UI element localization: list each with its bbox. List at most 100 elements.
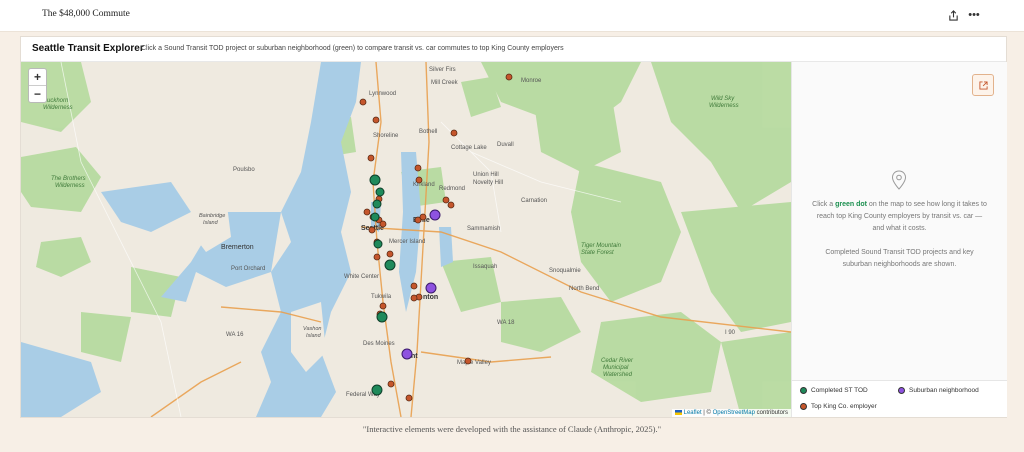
suburban-marker[interactable] — [401, 348, 413, 360]
svg-text:White Center: White Center — [344, 274, 379, 280]
svg-text:Union Hill: Union Hill — [473, 172, 499, 178]
svg-text:Poulsbo: Poulsbo — [233, 167, 255, 173]
svg-text:The Brothers: The Brothers — [51, 176, 86, 182]
employer-marker[interactable] — [373, 253, 381, 261]
svg-text:Des Moines: Des Moines — [363, 341, 395, 347]
svg-text:Bothell: Bothell — [419, 129, 437, 135]
svg-text:Vashon: Vashon — [303, 326, 321, 332]
map-canvas[interactable]: Buckhorn Wilderness The Brothers Wildern… — [21, 62, 791, 417]
more-options-icon[interactable]: ••• — [965, 7, 983, 23]
employer-marker[interactable] — [442, 196, 450, 204]
svg-text:WA 18: WA 18 — [497, 320, 515, 326]
svg-text:State Forest: State Forest — [581, 250, 614, 256]
svg-text:Kirkland: Kirkland — [413, 182, 435, 188]
svg-text:North Bend: North Bend — [569, 286, 599, 292]
employer-marker[interactable] — [367, 154, 375, 162]
svg-text:Mercer Island: Mercer Island — [389, 239, 425, 245]
employer-marker[interactable] — [415, 176, 423, 184]
employer-marker[interactable] — [379, 220, 387, 228]
employer-marker[interactable] — [372, 116, 380, 124]
zoom-out-button[interactable]: − — [29, 85, 46, 102]
svg-text:Issaquah: Issaquah — [473, 264, 497, 270]
map-pin-icon — [891, 170, 907, 190]
coverage-note: Completed Sound Transit TOD projects and… — [825, 249, 974, 268]
employer-marker[interactable] — [505, 73, 513, 81]
tod-marker[interactable] — [376, 311, 388, 323]
green-dot-highlight: green dot — [835, 201, 867, 208]
svg-text:Bainbridge: Bainbridge — [199, 213, 225, 219]
svg-text:I 90: I 90 — [725, 330, 736, 336]
employer-marker[interactable] — [379, 302, 387, 310]
tod-marker[interactable] — [375, 187, 385, 197]
svg-text:Redmond: Redmond — [439, 186, 465, 192]
ukraine-flag-icon — [674, 409, 682, 415]
svg-text:Bremerton: Bremerton — [221, 244, 254, 251]
svg-text:Novelty Hill: Novelty Hill — [473, 180, 503, 186]
svg-text:Wild Sky: Wild Sky — [711, 96, 735, 102]
open-external-icon[interactable] — [972, 74, 994, 96]
page-caption: "Interactive elements were developed wit… — [362, 424, 662, 434]
employer-marker[interactable] — [363, 208, 371, 216]
tod-marker[interactable] — [370, 212, 380, 222]
transit-explorer-panel: Seattle Transit Explorer Click a Sound T… — [20, 36, 1007, 418]
svg-text:Monroe: Monroe — [521, 78, 542, 84]
tod-marker[interactable] — [384, 259, 396, 271]
attribution-tail: contributors — [754, 410, 788, 416]
svg-text:Watershed: Watershed — [603, 372, 633, 378]
zoom-control: + − — [28, 68, 47, 103]
attribution-separator: | © — [701, 410, 713, 416]
svg-text:nton: nton — [423, 294, 438, 301]
employer-marker[interactable] — [410, 282, 418, 290]
svg-text:Island: Island — [203, 220, 219, 226]
employer-marker[interactable] — [450, 129, 458, 137]
tod-marker[interactable] — [369, 174, 381, 186]
svg-text:Municipal: Municipal — [603, 365, 629, 371]
share-icon[interactable] — [945, 7, 961, 23]
svg-text:Cedar River: Cedar River — [601, 358, 634, 364]
svg-text:Wilderness: Wilderness — [55, 183, 85, 189]
svg-text:Maple Valley: Maple Valley — [457, 360, 491, 366]
employer-marker[interactable] — [410, 294, 418, 302]
map[interactable]: Buckhorn Wilderness The Brothers Wildern… — [21, 62, 791, 417]
osm-link[interactable]: OpenStreetMap — [713, 410, 755, 416]
legend-dot-tod — [800, 387, 807, 394]
employer-marker[interactable] — [387, 380, 395, 388]
legend-item-suburban: Suburban neighborhood — [898, 387, 979, 394]
svg-text:Shoreline: Shoreline — [373, 133, 399, 139]
employer-marker[interactable] — [368, 226, 376, 234]
info-sidebar: Click a green dot on the map to see how … — [791, 62, 1007, 417]
employer-marker[interactable] — [447, 201, 455, 209]
top-bar: The $48,000 Commute ••• — [0, 0, 1024, 32]
employer-marker[interactable] — [464, 357, 472, 365]
svg-text:Lynnwood: Lynnwood — [369, 91, 396, 97]
suburban-marker[interactable] — [425, 282, 437, 294]
employer-marker[interactable] — [405, 394, 413, 402]
svg-text:Wilderness: Wilderness — [43, 105, 73, 111]
employer-marker[interactable] — [414, 164, 422, 172]
svg-text:Port Orchard: Port Orchard — [231, 266, 265, 272]
employer-marker[interactable] — [359, 98, 367, 106]
panel-header: Seattle Transit Explorer Click a Sound T… — [21, 37, 1006, 62]
employer-marker[interactable] — [419, 213, 427, 221]
leaflet-link[interactable]: Leaflet — [684, 410, 702, 416]
svg-text:Mill Creek: Mill Creek — [431, 80, 459, 86]
svg-text:Tiger Mountain: Tiger Mountain — [581, 243, 622, 249]
svg-text:Carnation: Carnation — [521, 198, 547, 204]
map-legend: Completed ST TOD Suburban neighborhood T… — [792, 380, 1007, 417]
instruction-text: Click a green dot on the map to see how … — [812, 201, 987, 232]
tod-marker[interactable] — [371, 384, 383, 396]
svg-text:WA 16: WA 16 — [226, 332, 244, 338]
suburban-marker[interactable] — [429, 209, 441, 221]
svg-text:Silver Firs: Silver Firs — [429, 67, 456, 73]
legend-item-employer: Top King Co. employer — [800, 403, 877, 410]
tod-marker[interactable] — [372, 199, 382, 209]
zoom-in-button[interactable]: + — [29, 69, 46, 85]
svg-text:Tukwila: Tukwila — [371, 294, 392, 300]
svg-text:Sammamish: Sammamish — [467, 226, 500, 232]
page-title: The $48,000 Commute — [42, 9, 130, 19]
panel-subtitle: Click a Sound Transit TOD project or sub… — [141, 45, 564, 52]
tod-marker[interactable] — [373, 239, 383, 249]
svg-text:Duvall: Duvall — [497, 142, 514, 148]
legend-dot-employer — [800, 403, 807, 410]
employer-marker[interactable] — [386, 250, 394, 258]
